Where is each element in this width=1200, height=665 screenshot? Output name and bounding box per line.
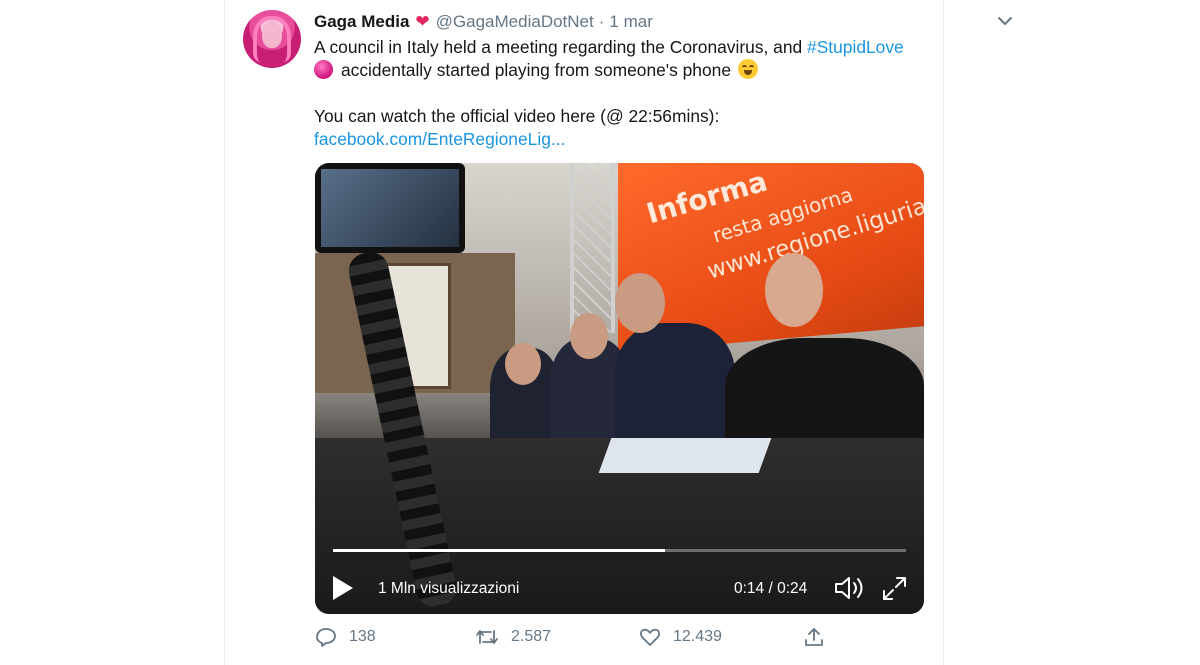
person-head (570, 313, 608, 359)
heart-emoji-icon: ❤ (415, 12, 430, 31)
facebook-link[interactable]: facebook.com/EnteRegioneLig... (314, 128, 929, 151)
tweet-header: Gaga Media ❤ @GagaMediaDotNet · 1 mar (314, 11, 653, 33)
tears-of-joy-emoji-icon (737, 59, 758, 79)
video-controls: 1 Mln visualizzazioni 0:14 / 0:24 (315, 568, 924, 608)
person (615, 323, 735, 448)
reply-icon (316, 628, 336, 647)
share-action[interactable] (803, 626, 837, 648)
chevron-down-icon[interactable] (994, 10, 1016, 32)
author-name[interactable]: Gaga Media (314, 12, 409, 32)
time-display: 0:14 / 0:24 (734, 580, 808, 597)
share-icon (805, 628, 823, 646)
retweet-action[interactable]: 2.587 (475, 626, 551, 648)
tweet-text: A council in Italy held a meeting regard… (314, 36, 929, 151)
reply-count: 138 (349, 628, 376, 645)
video-player[interactable]: Informa resta aggiorna www.regione.ligur… (315, 163, 924, 614)
like-icon (640, 628, 660, 646)
tweet-card: Gaga Media ❤ @GagaMediaDotNet · 1 mar A … (224, 0, 1012, 665)
tweet-date[interactable]: 1 mar (609, 12, 652, 32)
background-truss (570, 163, 615, 333)
progress-fill (333, 549, 666, 552)
text-part: accidentally started playing from someon… (341, 60, 731, 80)
person-head (765, 253, 823, 327)
fullscreen-icon[interactable] (881, 575, 908, 602)
avatar-face (262, 22, 282, 48)
author-handle[interactable]: @GagaMediaDotNet (436, 12, 594, 32)
person-head (615, 273, 665, 333)
action-bar: 138 2.587 12.439 (315, 626, 835, 652)
pink-orb-emoji-icon (314, 60, 333, 79)
progress-bar[interactable] (333, 549, 906, 552)
person-head (505, 343, 541, 385)
text-line-3: You can watch the official video here (@… (314, 106, 720, 126)
retweet-icon (476, 630, 498, 644)
separator: · (598, 12, 605, 31)
papers (598, 438, 772, 473)
volume-icon[interactable] (833, 574, 865, 602)
phone-in-frame (315, 163, 465, 253)
hashtag-link[interactable]: #StupidLove (807, 37, 904, 57)
text-line-2: accidentally started playing from someon… (314, 59, 929, 82)
like-count: 12.439 (673, 628, 722, 645)
retweet-count: 2.587 (511, 628, 552, 645)
play-icon[interactable] (333, 576, 353, 600)
text-part: A council in Italy held a meeting regard… (314, 37, 808, 57)
like-action[interactable]: 12.439 (639, 626, 722, 648)
avatar[interactable] (243, 10, 301, 68)
background-doors (315, 253, 515, 393)
text-line-1: A council in Italy held a meeting regard… (314, 36, 929, 59)
view-count: 1 Mln visualizzazioni (378, 580, 520, 597)
reply-action[interactable]: 138 (315, 626, 376, 648)
